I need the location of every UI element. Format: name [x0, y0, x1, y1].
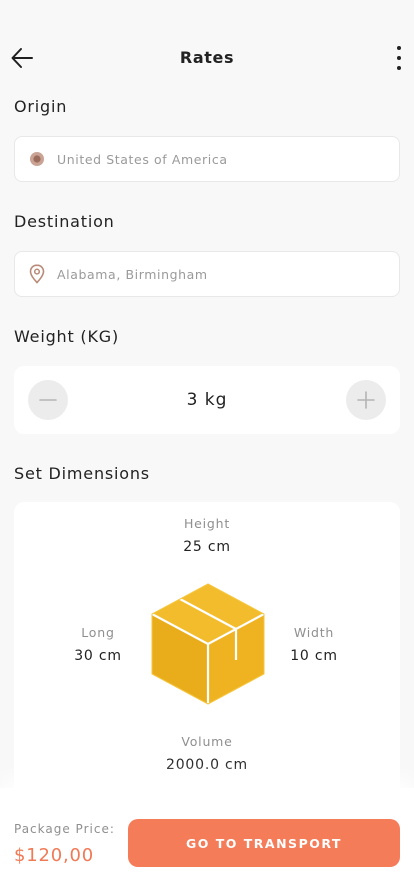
volume-value: 2000.0 cm [166, 757, 248, 773]
width-label: Width [293, 625, 335, 640]
destination-field[interactable] [14, 251, 400, 297]
increase-weight-button[interactable] [346, 380, 386, 420]
origin-input[interactable] [57, 151, 357, 167]
dimensions-label: Set Dimensions [14, 464, 150, 483]
origin-field[interactable] [14, 136, 400, 182]
package-price-value: $120,00 [14, 845, 95, 866]
destination-label: Destination [14, 212, 115, 231]
weight-label: Weight (KG) [14, 327, 120, 346]
width-value[interactable]: 10 cm [264, 648, 364, 664]
plus-icon [357, 391, 375, 409]
volume-label: Volume [181, 734, 233, 749]
origin-dot-icon [29, 150, 45, 168]
dimensions-card: Height 25 cm Long 30 cm Width 10 cm Volu… [14, 502, 400, 802]
location-pin-icon [29, 264, 45, 284]
package-box-icon [150, 582, 266, 706]
long-value[interactable]: 30 cm [48, 648, 148, 664]
height-value[interactable]: 25 cm [157, 539, 257, 555]
long-label: Long [81, 625, 115, 640]
more-options-icon[interactable] [394, 46, 404, 70]
checkout-bar: Package Price: $120,00 GO TO TRANSPORT [0, 788, 414, 896]
origin-label: Origin [14, 97, 68, 116]
package-price-label: Package Price: [14, 822, 115, 836]
go-to-transport-button[interactable]: GO TO TRANSPORT [128, 819, 400, 867]
page-title: Rates [179, 48, 235, 67]
height-label: Height [183, 516, 231, 531]
weight-value: 3 kg [186, 390, 228, 410]
destination-input[interactable] [57, 266, 357, 282]
weight-stepper: 3 kg [14, 366, 400, 434]
